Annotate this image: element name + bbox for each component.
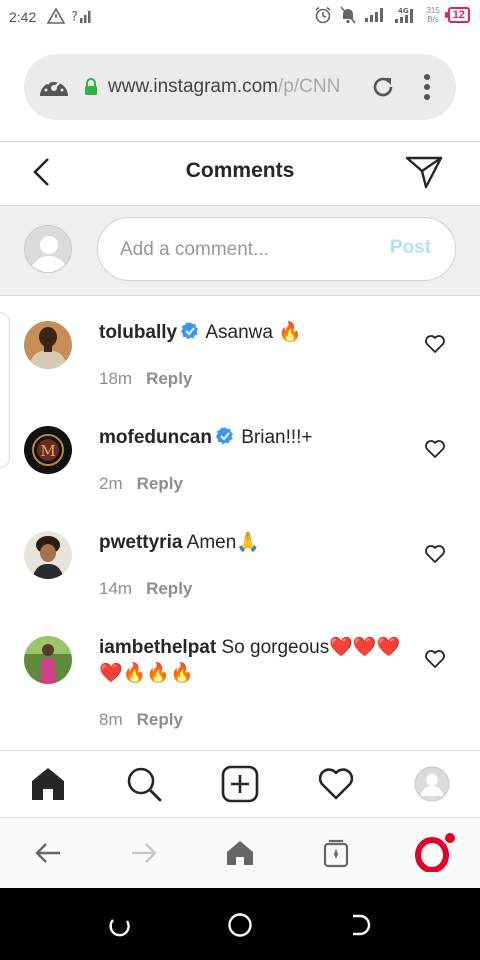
comment-avatar[interactable]	[24, 531, 72, 579]
search-icon[interactable]	[125, 765, 163, 803]
speed-dial-icon[interactable]	[38, 72, 70, 102]
reload-icon[interactable]	[370, 74, 396, 100]
comment-username[interactable]: pwettyria	[99, 532, 182, 553]
comment-input[interactable]	[120, 236, 370, 264]
comment-body: Amen🙏	[186, 532, 260, 553]
comments-header: Comments	[0, 142, 480, 204]
direct-share-icon[interactable]	[404, 154, 444, 190]
new-post-icon[interactable]	[221, 765, 259, 803]
avatar-photo	[24, 321, 72, 369]
comment-avatar[interactable]	[24, 321, 72, 369]
activity-heart-icon[interactable]	[317, 765, 355, 803]
alarm-icon	[315, 6, 331, 24]
like-heart-icon[interactable]	[424, 649, 446, 669]
comment-text: iambethelpat So gorgeous❤️❤️❤️❤️🔥🔥🔥	[99, 635, 409, 687]
comment-meta: 2m Reply	[99, 474, 183, 494]
comment-meta: 14m Reply	[99, 579, 192, 599]
comment-time: 2m	[99, 474, 123, 493]
status-left-icons: ?	[47, 8, 93, 24]
signal-4g-icon: 4G	[395, 7, 414, 23]
tabs-icon[interactable]	[321, 838, 351, 868]
verified-badge-icon	[181, 322, 199, 340]
lock-icon	[85, 78, 97, 95]
mute-bell-icon	[340, 6, 356, 24]
recents-icon[interactable]	[107, 912, 133, 938]
instagram-bottom-nav	[0, 750, 480, 816]
comment-avatar[interactable]: M	[24, 426, 72, 474]
like-heart-icon[interactable]	[424, 439, 446, 459]
warning-triangle-icon	[47, 8, 65, 24]
url-domain: www.instagram.com	[108, 76, 278, 97]
status-right: 4G 315 B/s 12	[314, 6, 470, 24]
reply-button[interactable]: Reply	[137, 710, 183, 729]
home-circle-icon[interactable]	[227, 912, 253, 938]
comment-text: mofeduncan Brian!!!+	[99, 425, 409, 451]
battery-indicator: 12	[444, 7, 470, 23]
like-heart-icon[interactable]	[424, 334, 446, 354]
add-comment-bar: Post	[0, 206, 480, 295]
verified-badge-icon	[215, 427, 233, 445]
comment-text: pwettyria Amen🙏	[99, 530, 409, 556]
network-speed-unit: B/s	[427, 15, 439, 24]
svg-text:4G: 4G	[398, 7, 409, 15]
comment-meta: 18m Reply	[99, 369, 192, 389]
profile-avatar[interactable]	[413, 765, 451, 803]
reply-button[interactable]: Reply	[137, 474, 183, 493]
current-user-avatar	[24, 225, 72, 273]
back-icon[interactable]	[347, 912, 373, 938]
url-path: /p/CNN	[278, 76, 341, 97]
opera-icon[interactable]	[415, 832, 459, 872]
default-avatar-icon	[25, 226, 71, 272]
comment-time: 14m	[99, 579, 133, 598]
svg-text:?: ?	[71, 10, 78, 24]
more-vert-icon[interactable]	[422, 73, 432, 101]
status-time: 2:42	[9, 9, 37, 25]
signal-icon	[365, 8, 384, 22]
wifi-question-icon: ?	[71, 10, 91, 24]
svg-text:M: M	[40, 442, 55, 460]
comment-input-wrapper: Post	[97, 217, 456, 281]
reply-button[interactable]: Reply	[146, 369, 192, 388]
comment-username[interactable]: mofeduncan	[99, 427, 212, 448]
comment-username[interactable]: tolubally	[99, 322, 177, 343]
browser-bottom-nav	[0, 817, 480, 889]
comment-time: 18m	[99, 369, 133, 388]
android-navigation-bar	[0, 888, 480, 960]
comment-meta: 8m Reply	[99, 710, 183, 730]
comment-time: 8m	[99, 710, 123, 729]
comment-body: Brian!!!+	[241, 427, 313, 448]
comment-avatar[interactable]	[24, 636, 72, 684]
home-icon[interactable]	[225, 838, 255, 868]
comment-text: tolubally Asanwa 🔥	[99, 320, 409, 346]
scroll-edge-handle[interactable]	[0, 312, 10, 468]
reply-button[interactable]: Reply	[146, 579, 192, 598]
network-speed-value: 315	[426, 6, 440, 15]
comment-username[interactable]: iambethelpat	[99, 637, 216, 658]
post-button[interactable]: Post	[390, 237, 431, 259]
network-speed: 315 B/s	[426, 6, 439, 24]
comment-body: Asanwa 🔥	[205, 322, 302, 343]
avatar-photo: M	[24, 426, 72, 474]
divider	[0, 295, 480, 296]
status-bar: 2:42 ? 4G 315 B/s 12	[0, 0, 480, 36]
home-icon[interactable]	[29, 765, 67, 803]
avatar-photo	[24, 636, 72, 684]
forward-arrow-icon[interactable]	[129, 838, 159, 868]
back-arrow-icon[interactable]	[33, 838, 63, 868]
url-text[interactable]: www.instagram.com/p/CNN	[108, 76, 352, 98]
avatar-photo	[24, 531, 72, 579]
address-bar[interactable]: www.instagram.com/p/CNN	[24, 54, 456, 120]
like-heart-icon[interactable]	[424, 544, 446, 564]
